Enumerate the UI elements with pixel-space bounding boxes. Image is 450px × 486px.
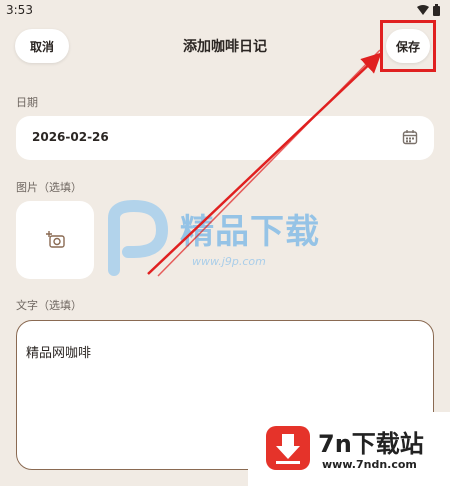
add-image-button[interactable]: [16, 201, 94, 279]
text-label: 文字（选填）: [16, 299, 82, 312]
j9p-logo: [108, 200, 169, 276]
battery-icon: [433, 4, 440, 16]
status-time: 3:53: [6, 3, 33, 17]
status-icons: [417, 4, 440, 16]
add-photo-icon: [45, 230, 65, 252]
brand-name: 7n下载站: [318, 430, 424, 458]
wifi-icon: [417, 5, 429, 15]
download-icon: [266, 426, 310, 470]
watermark-7ndn: 7n下载站 www.7ndn.com: [248, 412, 450, 486]
calendar-icon[interactable]: [402, 129, 418, 149]
date-label: 日期: [16, 96, 38, 109]
watermark-j9p: 精品下载 www.j9p.com: [100, 200, 360, 280]
date-field[interactable]: 2026-02-26: [16, 116, 434, 160]
image-label: 图片（选填）: [16, 181, 82, 194]
status-bar: 3:53: [0, 0, 450, 22]
save-highlight-box: [380, 20, 436, 72]
date-value: 2026-02-26: [32, 130, 109, 144]
watermark-url: www.j9p.com: [192, 255, 266, 268]
watermark-title: 精品下载: [180, 212, 320, 252]
diary-text-value: 精品网咖啡: [26, 346, 92, 361]
brand-url: www.7ndn.com: [322, 458, 417, 471]
